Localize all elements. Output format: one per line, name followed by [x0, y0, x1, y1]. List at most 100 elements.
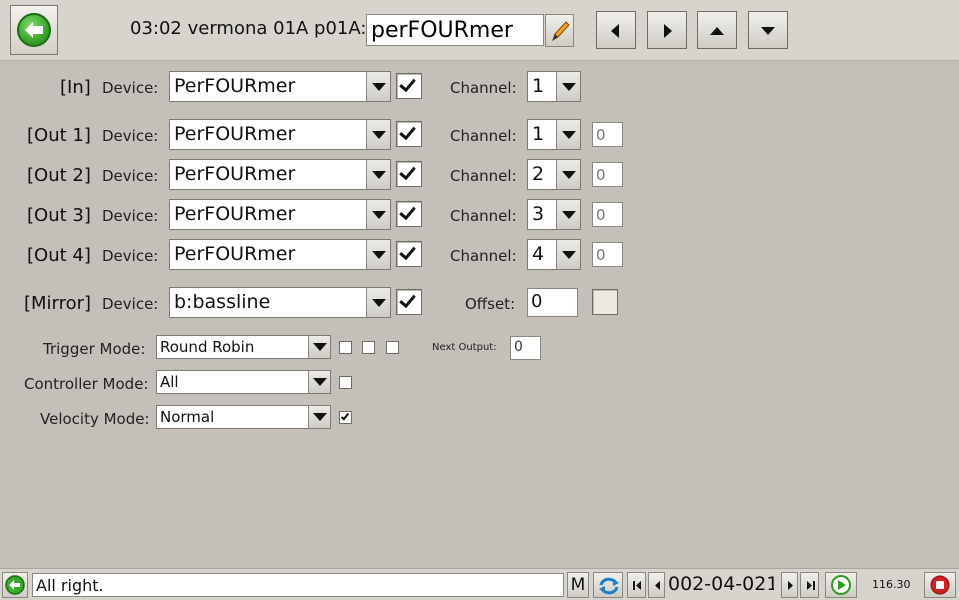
out2-channel-select[interactable]: 2: [527, 159, 581, 190]
trigger-check-2[interactable]: [362, 341, 375, 354]
velocity-mode-select[interactable]: Normal: [156, 405, 331, 429]
checkmark-icon: [399, 242, 416, 261]
trigger-mode-label: Trigger Mode:: [43, 340, 146, 358]
controller-mode-select[interactable]: All: [156, 370, 331, 394]
prev-button[interactable]: [596, 11, 636, 49]
arrow-right-icon: [664, 24, 672, 38]
back-button[interactable]: [10, 5, 58, 55]
trigger-check-1[interactable]: [339, 341, 352, 354]
out3-device-value: PerFOURmer: [174, 203, 296, 225]
skip-end-icon: [807, 581, 815, 590]
mirror-device-label: Device:: [102, 295, 159, 313]
out3-device-select[interactable]: PerFOURmer: [169, 199, 391, 230]
chevron-down-icon[interactable]: [556, 240, 580, 269]
down-button[interactable]: [748, 11, 788, 49]
out2-enable-checkbox[interactable]: [396, 161, 422, 187]
pattern-name-input[interactable]: [366, 14, 544, 46]
mirror-device-select[interactable]: b:bassline: [169, 287, 391, 318]
trigger-mode-select[interactable]: Round Robin: [156, 335, 331, 359]
chevron-down-icon[interactable]: [556, 72, 580, 101]
out2-device-value: PerFOURmer: [174, 163, 296, 185]
out4-device-select[interactable]: PerFOURmer: [169, 239, 391, 270]
in-device-label: Device:: [102, 79, 159, 97]
out3-transpose-field[interactable]: 0: [592, 202, 623, 227]
skip-end-button[interactable]: [800, 572, 819, 598]
out3-enable-checkbox[interactable]: [396, 201, 422, 227]
in-enable-checkbox[interactable]: [396, 73, 422, 99]
in-channel-value: 1: [532, 75, 545, 97]
out2-device-select[interactable]: PerFOURmer: [169, 159, 391, 190]
controller-mode-checkbox[interactable]: [339, 376, 352, 389]
out2-channel-label: Channel:: [450, 167, 517, 185]
chevron-down-icon[interactable]: [366, 200, 390, 229]
chevron-down-icon[interactable]: [556, 200, 580, 229]
m-button[interactable]: M: [567, 572, 589, 598]
tempo-display: 116.30: [872, 578, 911, 591]
in-device-select[interactable]: PerFOURmer: [169, 71, 391, 102]
mirror-enable-checkbox[interactable]: [396, 289, 422, 315]
out1-label: [Out 1]: [27, 125, 91, 146]
arrow-up-icon: [710, 27, 724, 35]
skip-start-button[interactable]: [627, 572, 646, 598]
step-back-button[interactable]: [648, 572, 665, 598]
out1-transpose-field[interactable]: 0: [592, 122, 623, 147]
out4-channel-select[interactable]: 4: [527, 239, 581, 270]
next-output-label: Next Output:: [432, 342, 497, 353]
chevron-down-icon[interactable]: [556, 120, 580, 149]
sync-icon: [599, 577, 619, 595]
next-button[interactable]: [647, 11, 687, 49]
chevron-down-icon[interactable]: [308, 336, 330, 358]
velocity-mode-checkbox[interactable]: [339, 411, 352, 424]
out4-enable-checkbox[interactable]: [396, 241, 422, 267]
out1-device-label: Device:: [102, 127, 159, 145]
chevron-down-icon[interactable]: [366, 240, 390, 269]
chevron-down-icon[interactable]: [366, 160, 390, 189]
controller-mode-value: All: [160, 373, 179, 391]
out4-transpose-field[interactable]: 0: [592, 242, 623, 267]
out3-channel-select[interactable]: 3: [527, 199, 581, 230]
trigger-mode-value: Round Robin: [160, 338, 255, 356]
play-button[interactable]: [825, 572, 857, 598]
status-back-button[interactable]: [2, 572, 28, 598]
step-forward-button[interactable]: [781, 572, 798, 598]
mirror-offset-field[interactable]: 0: [527, 288, 578, 317]
step-back-icon: [655, 581, 660, 590]
in-channel-select[interactable]: 1: [527, 71, 581, 102]
skip-start-icon: [633, 581, 641, 590]
trigger-check-3[interactable]: [386, 341, 399, 354]
edit-name-button[interactable]: [545, 14, 574, 47]
checkmark-icon: [399, 290, 416, 309]
back-icon: [17, 13, 51, 47]
out2-channel-value: 2: [532, 163, 545, 185]
stop-button[interactable]: [924, 572, 956, 598]
stop-icon: [930, 575, 950, 595]
in-label: [In]: [60, 77, 91, 98]
controller-mode-label: Controller Mode:: [24, 375, 149, 393]
out4-device-value: PerFOURmer: [174, 243, 296, 265]
song-position: 002-04-021: [668, 573, 774, 595]
out1-enable-checkbox[interactable]: [396, 121, 422, 147]
in-channel-label: Channel:: [450, 79, 517, 97]
up-button[interactable]: [697, 11, 737, 49]
velocity-mode-label: Velocity Mode:: [40, 410, 150, 428]
next-output-field[interactable]: 0: [510, 336, 541, 360]
chevron-down-icon[interactable]: [556, 160, 580, 189]
out3-label: [Out 3]: [27, 205, 91, 226]
out2-transpose-field[interactable]: 0: [592, 162, 623, 187]
mirror-offset-checkbox[interactable]: [592, 289, 618, 315]
chevron-down-icon[interactable]: [366, 120, 390, 149]
out3-channel-value: 3: [532, 203, 545, 225]
out1-channel-select[interactable]: 1: [527, 119, 581, 150]
sync-button[interactable]: [593, 572, 623, 598]
chevron-down-icon[interactable]: [366, 72, 390, 101]
out4-channel-label: Channel:: [450, 247, 517, 265]
chevron-down-icon[interactable]: [308, 406, 330, 428]
out1-device-select[interactable]: PerFOURmer: [169, 119, 391, 150]
checkmark-icon: [399, 74, 416, 93]
chevron-down-icon[interactable]: [308, 371, 330, 393]
out4-channel-value: 4: [532, 243, 545, 265]
pattern-title: 03:02 vermona 01A p01A:: [130, 18, 367, 39]
out1-device-value: PerFOURmer: [174, 123, 296, 145]
chevron-down-icon[interactable]: [366, 288, 390, 317]
out1-channel-label: Channel:: [450, 127, 517, 145]
